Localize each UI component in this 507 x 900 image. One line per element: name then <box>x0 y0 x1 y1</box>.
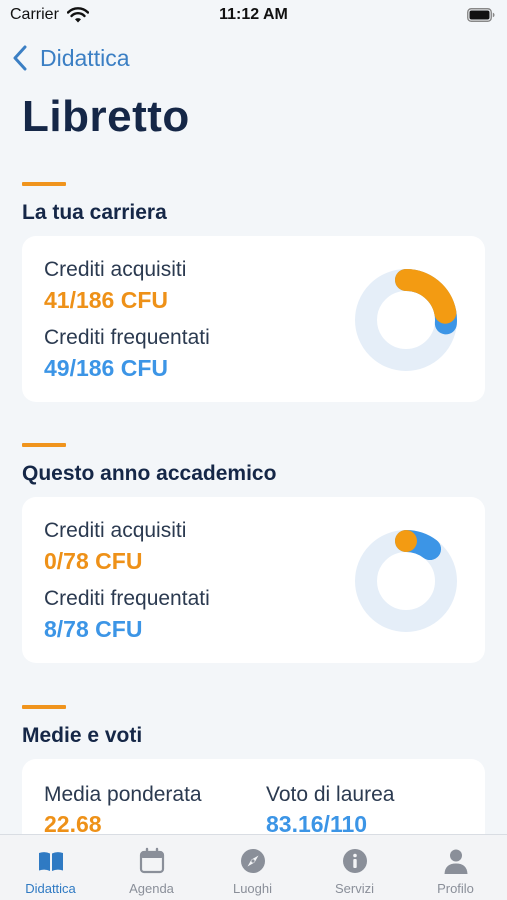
chevron-left-icon <box>13 45 27 71</box>
tab-label: Profilo <box>437 881 474 896</box>
tab-label: Luoghi <box>232 881 273 896</box>
academic-year-card[interactable]: Crediti acquisiti 0/78 CFU Crediti frequ… <box>22 497 485 663</box>
career-acquired-label: Crediti acquisiti <box>44 258 187 281</box>
year-acquired-label: Crediti acquisiti <box>44 519 187 542</box>
career-acquired-value: 41/186 CFU <box>44 287 169 313</box>
year-credits-donut <box>355 530 457 632</box>
grades-section-title: Medie e voti <box>22 724 143 747</box>
back-label: Didattica <box>40 44 130 71</box>
tab-profilo[interactable]: Profilo <box>405 835 506 900</box>
battery-icon <box>467 8 495 22</box>
compass-icon <box>240 849 265 873</box>
tab-luoghi[interactable]: Luoghi <box>202 835 303 900</box>
weighted-average-label: Media ponderata <box>44 783 202 806</box>
book-icon <box>38 852 63 871</box>
tab-servizi[interactable]: Servizi <box>304 835 405 900</box>
year-attended-value: 8/78 CFU <box>44 616 143 642</box>
career-section-title: La tua carriera <box>22 201 167 224</box>
status-time: 11:12 AM <box>219 6 288 23</box>
info-icon <box>342 849 367 873</box>
tab-label: Agenda <box>129 881 174 896</box>
back-button[interactable]: Didattica <box>12 42 129 74</box>
career-attended-value: 49/186 CFU <box>44 355 169 381</box>
tab-label: Didattica <box>25 881 76 896</box>
section-accent <box>22 443 66 447</box>
career-attended-label: Crediti frequentati <box>44 326 210 349</box>
tab-label: Servizi <box>334 881 374 896</box>
tab-didattica[interactable]: Didattica <box>0 835 101 900</box>
year-attended-label: Crediti frequentati <box>44 587 210 610</box>
year-acquired-value: 0/78 CFU <box>44 548 143 574</box>
section-accent <box>22 182 66 186</box>
calendar-icon <box>139 847 164 874</box>
page-title: Libretto <box>22 92 190 141</box>
tab-bar: Didattica Agenda Luoghi Servizi Profilo <box>0 834 507 900</box>
person-icon <box>444 849 467 874</box>
degree-grade-label: Voto di laurea <box>266 783 395 806</box>
career-credits-donut <box>355 269 457 371</box>
section-accent <box>22 705 66 709</box>
status-bar: Carrier 11:12 AM <box>0 0 507 32</box>
tab-agenda[interactable]: Agenda <box>101 835 202 900</box>
year-section-title: Questo anno accademico <box>22 462 277 485</box>
career-card[interactable]: Crediti acquisiti 41/186 CFU Crediti fre… <box>22 236 485 402</box>
